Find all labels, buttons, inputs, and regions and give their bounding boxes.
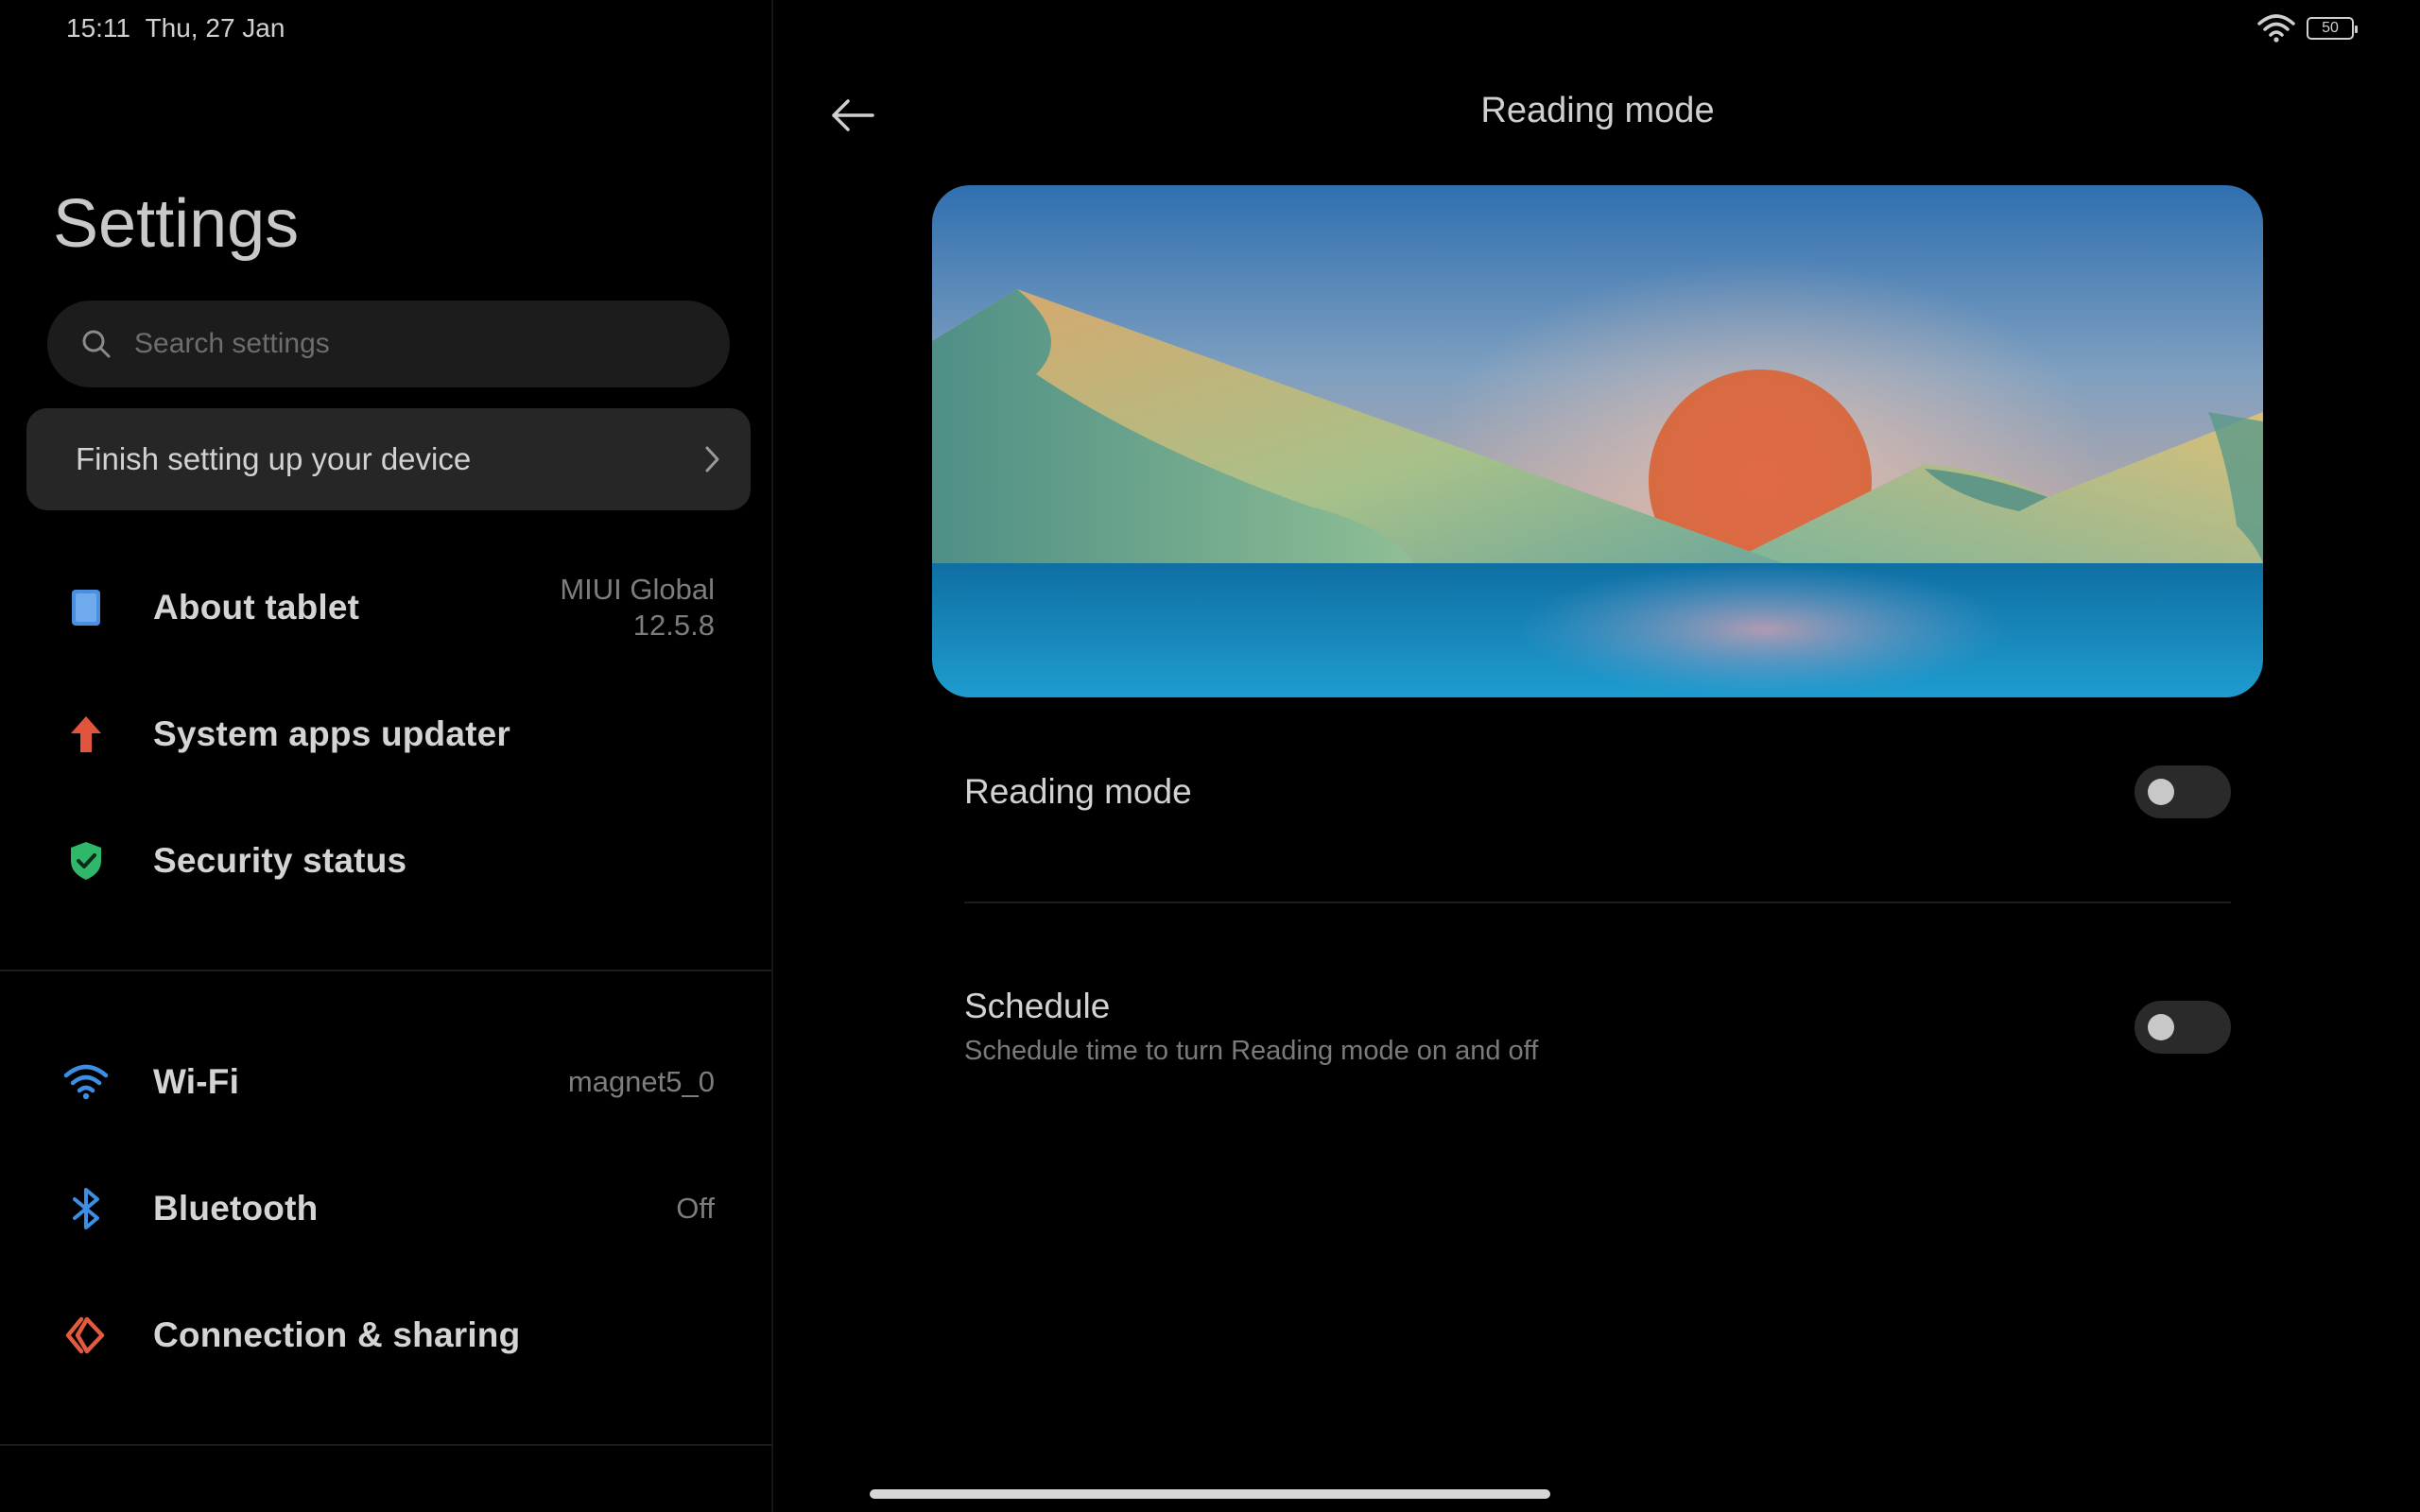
reading-mode-label: Reading mode <box>964 772 1192 811</box>
sidebar-item-label: Connection & sharing <box>153 1315 521 1354</box>
sidebar-item-label: Security status <box>153 841 407 880</box>
bluetooth-status: Off <box>676 1192 715 1225</box>
settings-group-device: About tablet MIUI Global 12.5.8 System a… <box>0 544 773 924</box>
reading-mode-row[interactable]: Reading mode <box>964 765 2231 818</box>
tablet-icon <box>62 584 110 631</box>
sidebar-item-label: Wi-Fi <box>153 1062 240 1101</box>
schedule-text: Schedule Schedule time to turn Reading m… <box>964 987 1538 1067</box>
settings-sidebar: Settings Finish setting up your device A… <box>0 0 773 1512</box>
sidebar-item-system-apps-updater[interactable]: System apps updater <box>0 671 773 798</box>
wifi-icon <box>62 1058 110 1106</box>
search-icon <box>82 330 111 358</box>
toggle-knob <box>2148 779 2174 805</box>
status-icons: 50 <box>2257 13 2358 43</box>
miui-version-line2: 12.5.8 <box>632 609 715 642</box>
sidebar-item-value: MIUI Global 12.5.8 <box>560 572 715 644</box>
sidebar-item-connection-sharing[interactable]: Connection & sharing <box>0 1272 773 1399</box>
row-divider <box>964 902 2231 903</box>
connection-sharing-icon <box>62 1312 110 1359</box>
reading-mode-text: Reading mode <box>964 772 1192 812</box>
reading-mode-illustration <box>932 185 2263 697</box>
schedule-row[interactable]: Schedule Schedule time to turn Reading m… <box>964 987 2231 1067</box>
section-divider <box>0 970 773 971</box>
schedule-label: Schedule <box>964 987 1111 1025</box>
sidebar-item-label: About tablet <box>153 588 360 627</box>
settings-group-connectivity: Wi-Fi magnet5_0 Bluetooth Off Connection… <box>0 1019 773 1399</box>
sidebar-item-wifi[interactable]: Wi-Fi magnet5_0 <box>0 1019 773 1145</box>
sidebar-item-label: Bluetooth <box>153 1189 319 1228</box>
home-indicator[interactable] <box>870 1489 1550 1499</box>
schedule-toggle[interactable] <box>2135 1000 2231 1054</box>
chevron-right-icon <box>705 446 719 472</box>
battery-icon: 50 <box>2307 17 2358 40</box>
section-divider <box>0 1444 773 1446</box>
sidebar-item-security-status[interactable]: Security status <box>0 798 773 924</box>
wifi-network-name: magnet5_0 <box>567 1065 715 1098</box>
sidebar-item-bluetooth[interactable]: Bluetooth Off <box>0 1145 773 1272</box>
page-title: Settings <box>53 186 300 262</box>
back-arrow-icon <box>832 99 874 131</box>
sidebar-item-about-tablet[interactable]: About tablet MIUI Global 12.5.8 <box>0 544 773 671</box>
reading-mode-toggle[interactable] <box>2135 765 2231 818</box>
miui-version-line1: MIUI Global <box>560 573 715 606</box>
shield-check-icon <box>62 837 110 885</box>
bluetooth-icon <box>62 1185 110 1232</box>
search-bar[interactable] <box>47 301 730 387</box>
wifi-icon <box>2257 14 2295 43</box>
back-button[interactable] <box>822 85 883 146</box>
battery-level: 50 <box>2322 20 2339 36</box>
arrow-up-icon <box>62 711 110 758</box>
detail-page-title: Reading mode <box>1480 91 1715 130</box>
finish-setup-label: Finish setting up your device <box>76 441 472 476</box>
finish-setup-card[interactable]: Finish setting up your device <box>26 408 751 510</box>
toggle-knob <box>2148 1013 2174 1040</box>
schedule-description: Schedule time to turn Reading mode on an… <box>964 1036 1539 1066</box>
search-input[interactable] <box>132 327 662 361</box>
sidebar-item-label: System apps updater <box>153 714 511 753</box>
